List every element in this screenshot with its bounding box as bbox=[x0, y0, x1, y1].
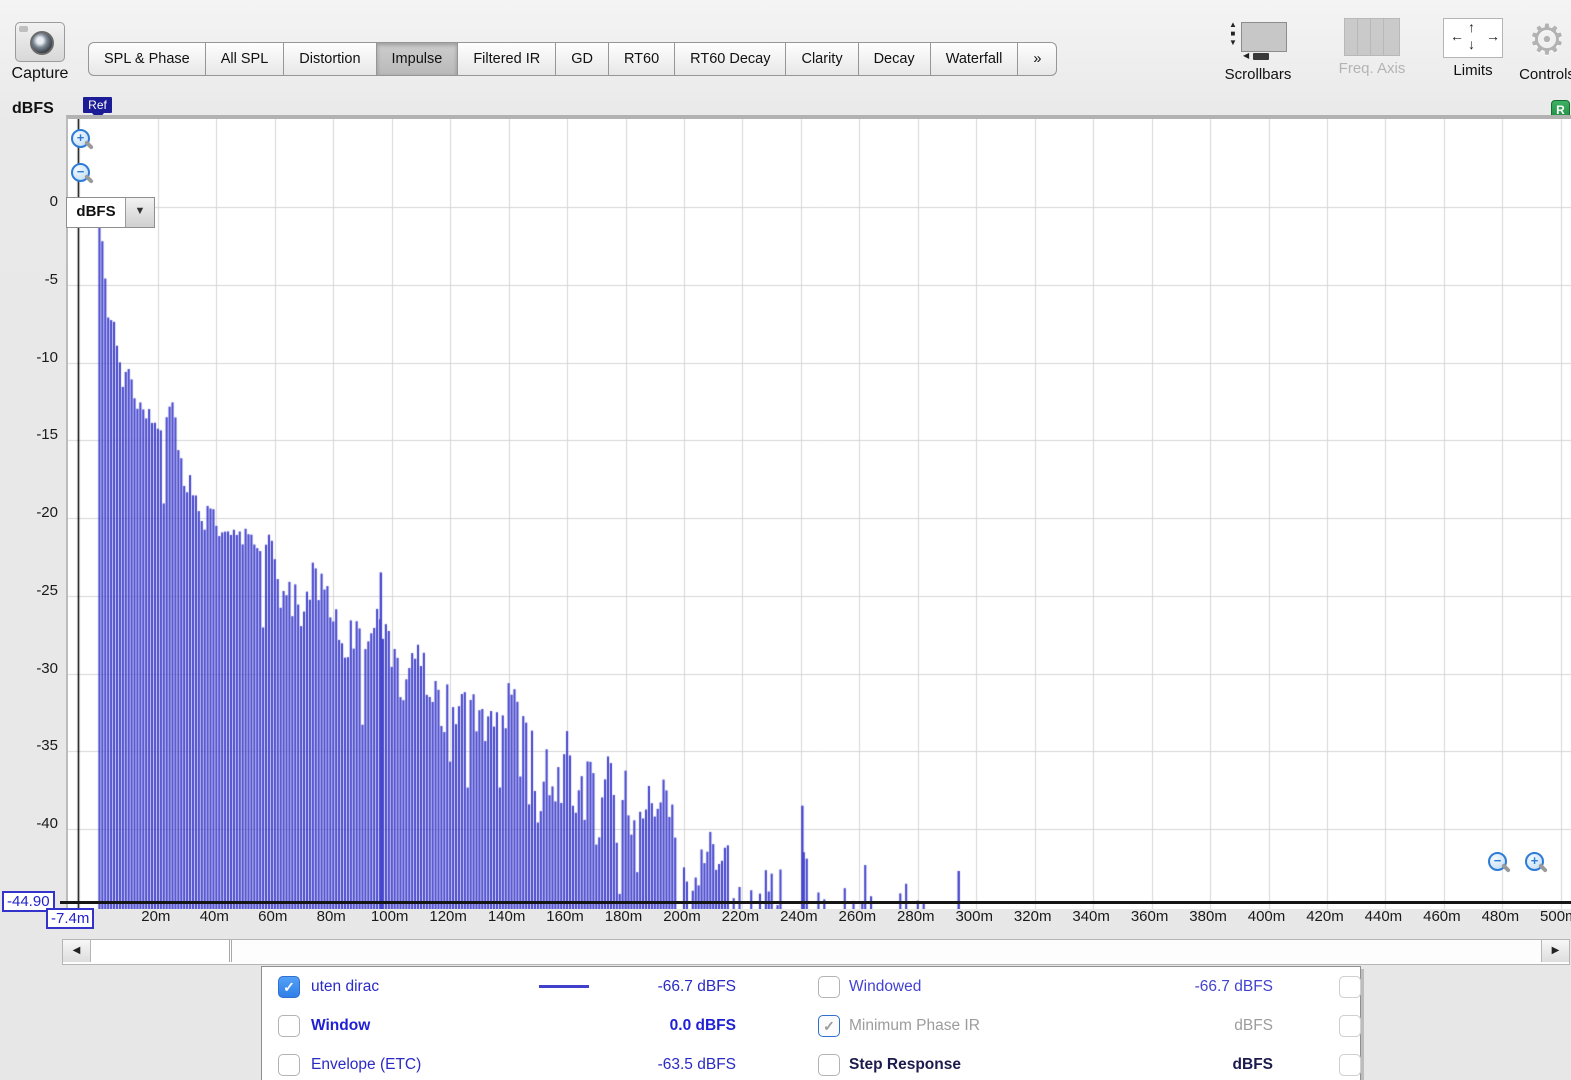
x-axis-left-limit[interactable]: -7.4m bbox=[46, 908, 94, 929]
y-tick-label: -5 bbox=[0, 271, 58, 288]
y-tick-label: 0 bbox=[0, 193, 58, 210]
trace-checkbox[interactable] bbox=[818, 976, 840, 998]
y-tick-label: -10 bbox=[0, 349, 58, 366]
scrollbar-thumb[interactable] bbox=[91, 940, 232, 962]
controls-label: Controls bbox=[1502, 66, 1571, 83]
trace-checkbox: ✓ bbox=[818, 1015, 840, 1037]
tab-waterfall[interactable]: Waterfall bbox=[931, 42, 1019, 76]
freq-axis-button: Freq. Axis bbox=[1327, 18, 1417, 77]
tab-distortion[interactable]: Distortion bbox=[284, 42, 376, 76]
limits-icon: ↑ ← → ↓ bbox=[1443, 18, 1503, 58]
trace-checkbox-clipped[interactable] bbox=[1339, 1015, 1361, 1037]
y-unit-value: dBFS bbox=[67, 198, 125, 227]
scroll-right-arrow[interactable]: ▶ bbox=[1541, 940, 1569, 962]
tab-spl-phase[interactable]: SPL & Phase bbox=[88, 42, 206, 76]
y-tick-label: -20 bbox=[0, 504, 58, 521]
scroll-left-arrow[interactable]: ◀ bbox=[63, 940, 91, 962]
trace-level-value: dBFS bbox=[1133, 1006, 1273, 1045]
trace-label[interactable]: Windowed bbox=[849, 967, 921, 1006]
capture-button[interactable]: Capture bbox=[6, 22, 74, 88]
x-axis-line bbox=[60, 901, 1571, 904]
capture-label: Capture bbox=[6, 65, 74, 83]
zoom-in-y-icon[interactable]: + bbox=[70, 128, 94, 152]
y-axis-title: dBFS bbox=[12, 100, 54, 118]
tab-impulse[interactable]: Impulse bbox=[377, 42, 459, 76]
freq-axis-label: Freq. Axis bbox=[1327, 60, 1417, 77]
tab-all-spl[interactable]: All SPL bbox=[206, 42, 285, 76]
horizontal-scrollbar[interactable]: ◀ ▶ bbox=[62, 939, 1570, 965]
y-tick-label: -25 bbox=[0, 582, 58, 599]
y-tick-label: -40 bbox=[0, 815, 58, 832]
tab-gd[interactable]: GD bbox=[556, 42, 609, 76]
scrollbars-label: Scrollbars bbox=[1213, 66, 1303, 83]
tab-clarity[interactable]: Clarity bbox=[786, 42, 858, 76]
ref-marker-flag[interactable]: Ref bbox=[83, 97, 112, 113]
scrollbars-icon: ▲■▼ ◀ ▶ bbox=[1227, 18, 1289, 62]
tab--[interactable]: » bbox=[1018, 42, 1057, 76]
scrollbars-button[interactable]: ▲■▼ ◀ ▶ Scrollbars bbox=[1213, 18, 1303, 83]
tab-rt60[interactable]: RT60 bbox=[609, 42, 675, 76]
x-tick-label: 500m bbox=[1519, 908, 1571, 925]
trace-legend-panel: ✓uten dirac-66.7 dBFSWindow0.0 dBFSEnvel… bbox=[261, 966, 1361, 1080]
trace-level-value: dBFS bbox=[1133, 1045, 1273, 1080]
trace-checkbox-clipped[interactable] bbox=[1339, 1054, 1361, 1076]
legend-row-step-response: Step Response dBFS bbox=[262, 1045, 1360, 1080]
controls-button[interactable]: ⚙ Controls bbox=[1502, 18, 1571, 83]
y-unit-dropdown[interactable]: dBFS ▼ bbox=[66, 197, 155, 228]
legend-row-minimum-phase-ir: ✓ Minimum Phase IR dBFS bbox=[262, 1006, 1360, 1045]
camera-icon bbox=[15, 22, 65, 62]
impulse-response-chart[interactable] bbox=[68, 119, 1571, 909]
y-tick-label: -30 bbox=[0, 660, 58, 677]
graph-tab-bar: SPL & PhaseAll SPLDistortionImpulseFilte… bbox=[88, 42, 1057, 76]
impulse-plot-area[interactable] bbox=[66, 115, 1571, 909]
chevron-down-icon[interactable]: ▼ bbox=[125, 198, 154, 227]
trace-label[interactable]: Minimum Phase IR bbox=[849, 1006, 980, 1045]
trace-checkbox-clipped[interactable] bbox=[1339, 976, 1361, 998]
gear-icon: ⚙ bbox=[1502, 18, 1571, 62]
rew-impulse-window: Capture SPL & PhaseAll SPLDistortionImpu… bbox=[0, 0, 1571, 1080]
tab-filtered-ir[interactable]: Filtered IR bbox=[458, 42, 556, 76]
y-tick-label: -35 bbox=[0, 737, 58, 754]
trace-label[interactable]: Step Response bbox=[849, 1045, 961, 1080]
legend-row-windowed: Windowed -66.7 dBFS bbox=[262, 967, 1360, 1006]
tab-decay[interactable]: Decay bbox=[859, 42, 931, 76]
zoom-in-x-icon[interactable]: + bbox=[1524, 851, 1548, 875]
trace-checkbox[interactable] bbox=[818, 1054, 840, 1076]
trace-level-value: -66.7 dBFS bbox=[1133, 967, 1273, 1006]
y-tick-label: -15 bbox=[0, 426, 58, 443]
zoom-out-x-icon[interactable]: − bbox=[1487, 851, 1511, 875]
tab-rt60-decay[interactable]: RT60 Decay bbox=[675, 42, 786, 76]
zoom-out-y-icon[interactable]: − bbox=[70, 162, 94, 186]
freq-axis-icon bbox=[1344, 18, 1400, 56]
